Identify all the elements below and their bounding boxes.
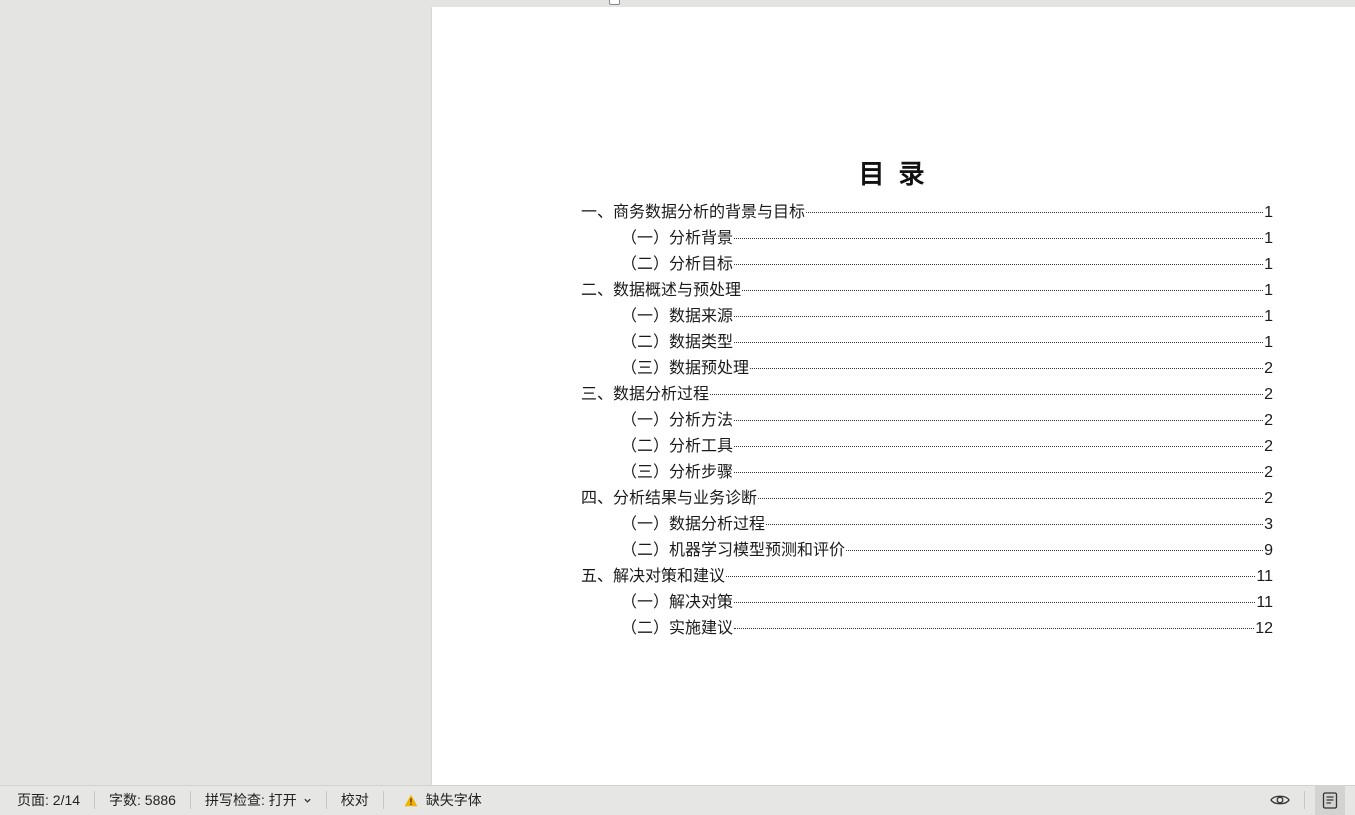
toc-page-number: 2 [1264,438,1273,455]
toc-dot-leader [758,498,1264,499]
missing-fonts-button[interactable]: 缺失字体 [384,791,496,809]
toc-page-number: 2 [1264,386,1273,403]
toc-entry-text: 三、数据分析过程 [581,384,710,403]
statusbar-divider [1304,791,1305,809]
toc-page-number: 1 [1264,282,1273,299]
toc-page-number: 1 [1264,204,1273,221]
toc-subsection-entry[interactable]: （三）分析步骤 2 [581,459,1273,485]
toc-entry-text: 二、数据概述与预处理 [581,280,742,299]
toc-dot-leader [734,472,1264,473]
toc-section-entry[interactable]: 三、数据分析过程 2 [581,381,1273,407]
toc-entry-text: （三）数据预处理 [621,358,750,377]
toc-page-number: 9 [1264,542,1273,559]
toc-page-number: 2 [1264,412,1273,429]
toc-title: 目录 [858,160,939,190]
toc-dot-leader [710,394,1264,395]
toc-page-number: 12 [1255,620,1273,637]
previous-page-edge [430,0,1355,7]
toc-entry-text: （二）实施建议 [621,618,734,637]
toc-page-number: 1 [1264,334,1273,351]
toc-dot-leader [750,368,1264,369]
reading-mode-button[interactable] [1268,790,1292,810]
toc-entry-text: （一）解决对策 [621,592,734,611]
page-indicator-label: 页面: 2/14 [17,792,81,808]
page-view-button[interactable] [1315,785,1345,815]
toc-dot-leader [734,264,1264,265]
toc-subsection-entry[interactable]: （二）分析工具 2 [581,433,1273,459]
page-gap-handle[interactable] [609,0,620,5]
toc-page-number: 3 [1264,516,1273,533]
toc-subsection-entry[interactable]: （一）数据分析过程 3 [581,511,1273,537]
toc-subsection-entry[interactable]: （一）数据来源 1 [581,303,1273,329]
toc-entry-text: （一）数据分析过程 [621,514,766,533]
status-bar: 页面: 2/14 字数: 5886 拼写检查: 打开 校对 缺失字体 [0,785,1355,815]
toc-dot-leader [846,550,1264,551]
toc-dot-leader [734,342,1264,343]
missing-fonts-label: 缺失字体 [425,792,482,808]
toc-page-number: 11 [1256,568,1273,585]
toc-section-entry[interactable]: 一、商务数据分析的背景与目标 1 [581,199,1273,225]
table-of-contents: 一、商务数据分析的背景与目标 1 （一）分析背景 1 （二）分析目标 1 二、数据概述与预处… [581,199,1273,641]
toc-entry-text: 五、解决对策和建议 [581,566,726,585]
proofread-label: 校对 [340,792,369,808]
document-page[interactable]: 目录 一、商务数据分析的背景与目标 1 （一）分析背景 1 （二）分析目标 1 二、数据概述… [431,7,1355,785]
toc-entry-text: （二）机器学习模型预测和评价 [621,540,846,559]
toc-section-entry[interactable]: 四、分析结果与业务诊断 2 [581,485,1273,511]
page-layout-icon [1322,791,1338,809]
toc-entry-text: （二）数据类型 [621,332,734,351]
toc-dot-leader [734,238,1264,239]
spell-check-toggle[interactable]: 拼写检查: 打开 [191,791,327,809]
toc-page-number: 1 [1264,308,1273,325]
toc-dot-leader [726,576,1256,577]
toc-page-number: 11 [1256,594,1273,611]
chevron-down-icon [304,798,311,803]
spell-check-label: 拼写检查: 打开 [204,792,297,808]
toc-dot-leader [806,212,1264,213]
toc-dot-leader [766,524,1264,525]
page-indicator[interactable]: 页面: 2/14 [0,791,96,809]
toc-entry-text: 一、商务数据分析的背景与目标 [581,202,806,221]
toc-page-number: 2 [1264,360,1273,377]
toc-subsection-entry[interactable]: （二）实施建议 12 [581,615,1273,641]
word-count-label: 字数: 5886 [109,792,176,808]
toc-dot-leader [734,628,1255,629]
toc-subsection-entry[interactable]: （一）分析方法 2 [581,407,1273,433]
toc-entry-text: （二）分析工具 [621,436,734,455]
toc-section-entry[interactable]: 五、解决对策和建议 11 [581,563,1273,589]
toc-entry-text: （一）分析背景 [621,228,734,247]
toc-dot-leader [734,446,1264,447]
toc-entry-text: （二）分析目标 [621,254,734,273]
toc-dot-leader [734,316,1264,317]
warning-icon [404,794,418,806]
toc-dot-leader [734,602,1256,603]
document-workspace[interactable]: 目录 一、商务数据分析的背景与目标 1 （一）分析背景 1 （二）分析目标 1 二、数据概述… [0,0,1355,785]
toc-entry-text: （一）数据来源 [621,306,734,325]
toc-section-entry[interactable]: 二、数据概述与预处理 1 [581,277,1273,303]
eye-icon [1270,795,1290,805]
toc-entry-text: 四、分析结果与业务诊断 [581,488,758,507]
toc-subsection-entry[interactable]: （二）数据类型 1 [581,329,1273,355]
toc-page-number: 1 [1264,256,1273,273]
toc-dot-leader [742,290,1264,291]
toc-subsection-entry[interactable]: （二）分析目标 1 [581,251,1273,277]
toc-subsection-entry[interactable]: （一）解决对策 11 [581,589,1273,615]
toc-entry-text: （一）分析方法 [621,410,734,429]
toc-dot-leader [734,420,1264,421]
toc-subsection-entry[interactable]: （二）机器学习模型预测和评价 9 [581,537,1273,563]
proofread-button[interactable]: 校对 [327,791,384,809]
toc-entry-text: （三）分析步骤 [621,462,734,481]
toc-subsection-entry[interactable]: （一）分析背景 1 [581,225,1273,251]
toc-subsection-entry[interactable]: （三）数据预处理 2 [581,355,1273,381]
toc-page-number: 2 [1264,490,1273,507]
toc-page-number: 1 [1264,230,1273,247]
toc-page-number: 2 [1264,464,1273,481]
word-count[interactable]: 字数: 5886 [95,791,191,809]
